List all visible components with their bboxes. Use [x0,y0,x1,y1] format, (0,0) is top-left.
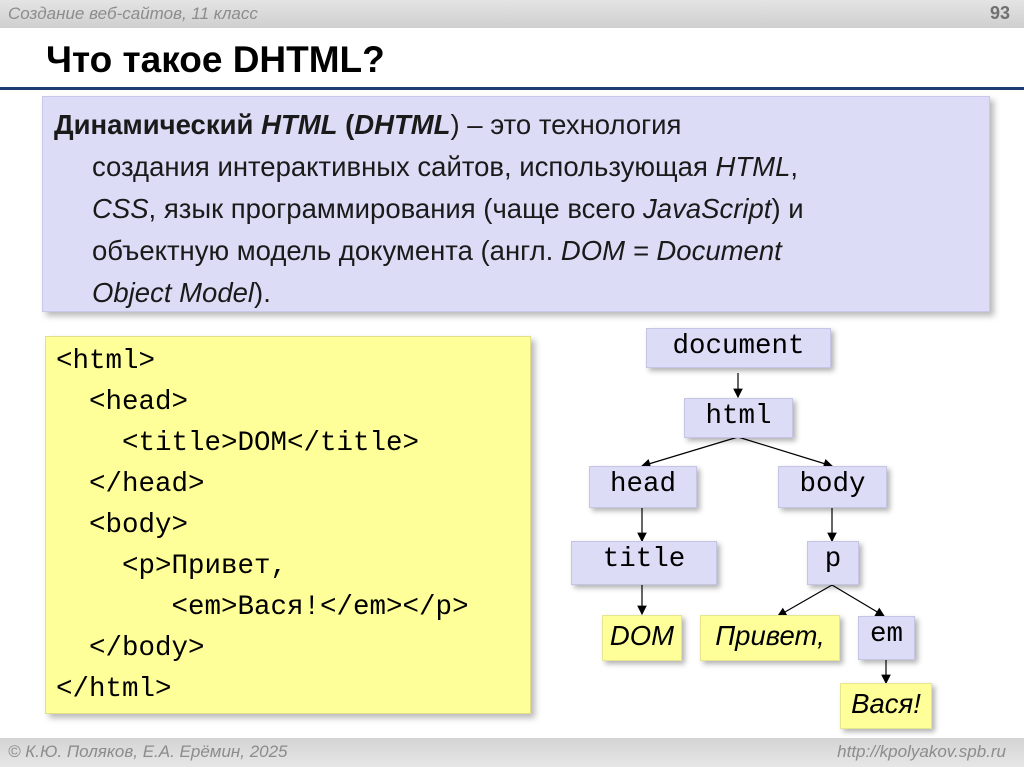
node-body: body [778,466,887,508]
edge-html-head [640,436,739,469]
node-title: title [571,541,717,585]
edge-html-body [737,436,834,469]
node-head: head [589,466,697,508]
text-node-privet: Привет, [700,615,840,661]
node-em: em [858,616,915,660]
footer-copyright: © К.Ю. Поляков, Е.А. Ерёмин, 2025 [8,742,288,761]
text-node-dom: DOM [602,615,682,661]
node-document: document [646,328,831,368]
node-p: p [807,541,859,585]
text-node-vasya: Вася! [840,683,932,729]
node-html: html [684,398,793,438]
edge-p-privet [776,584,833,617]
edge-p-em [831,584,886,617]
footer-url: http://kpolyakov.spb.ru [837,742,1006,761]
